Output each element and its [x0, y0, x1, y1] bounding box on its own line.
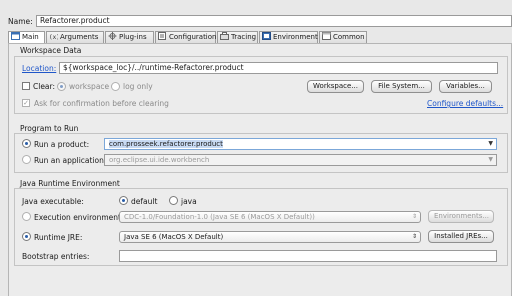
tab-common-label: Common — [333, 33, 365, 41]
installed-jres-button[interactable]: Installed JREs... — [428, 230, 494, 243]
tab-arguments-label: Arguments — [60, 33, 99, 41]
executable-default-label: default — [131, 197, 158, 206]
lower-panel — [9, 267, 511, 296]
plugins-tab-icon — [108, 32, 117, 40]
product-combo[interactable]: com.prosseek.refactorer.product ▼ — [104, 138, 497, 150]
clear-log-label: log only — [123, 82, 153, 91]
runtime-jre-radio[interactable] — [22, 232, 31, 241]
tab-environment[interactable]: Environment — [259, 31, 318, 43]
workspace-button[interactable]: Workspace... — [307, 80, 364, 93]
variables-button[interactable]: Variables... — [439, 80, 492, 93]
run-application-label: Run an application: — [34, 156, 107, 165]
tab-configuration[interactable]: Configuration — [155, 31, 216, 43]
runtime-jre-combo[interactable]: Java SE 6 (MacOS X Default) ⇕ — [119, 231, 421, 243]
up-down-arrows-icon: ⇕ — [411, 213, 417, 220]
runtime-jre-value: Java SE 6 (MacOS X Default) — [124, 233, 224, 241]
execution-environment-label: Execution environment: — [34, 213, 124, 222]
up-down-arrows-icon: ⇕ — [411, 233, 417, 240]
bootstrap-entries-field[interactable] — [119, 250, 497, 262]
ask-confirm-label: Ask for confirmation before clearing — [34, 99, 169, 108]
run-product-radio[interactable] — [22, 139, 31, 148]
run-application-radio[interactable] — [22, 155, 31, 164]
file-system-button[interactable]: File System... — [371, 80, 432, 93]
workspace-group-title: Workspace Data — [20, 46, 82, 55]
chevron-down-icon: ▼ — [488, 156, 493, 163]
bootstrap-entries-label: Bootstrap entries: — [22, 252, 90, 261]
executable-default-radio[interactable] — [119, 196, 128, 205]
configure-defaults-link[interactable]: Configure defaults... — [427, 99, 503, 108]
main-tab-icon — [11, 32, 20, 40]
arguments-tab-icon: (x) — [49, 32, 60, 41]
execution-environment-combo[interactable]: CDC-1.0/Foundation-1.0 (Java SE 6 (MacOS… — [119, 211, 421, 223]
executable-java-radio[interactable] — [169, 196, 178, 205]
tab-arguments[interactable]: (x)Arguments — [46, 31, 104, 43]
common-tab-icon — [322, 32, 331, 40]
environment-tab-icon — [262, 32, 271, 40]
tab-main-label: Main — [22, 33, 39, 41]
tab-tracing-label: Tracing — [231, 33, 257, 41]
tab-tracing[interactable]: Tracing — [217, 31, 258, 43]
tab-common[interactable]: Common — [319, 31, 367, 43]
tab-plugins[interactable]: Plug-ins — [105, 31, 154, 43]
clear-workspace-label: workspace — [69, 82, 110, 91]
environments-button[interactable]: Environments... — [428, 210, 494, 223]
application-value: org.eclipse.ui.ide.workbench — [109, 156, 210, 164]
runtime-jre-label: Runtime JRE: — [34, 233, 83, 242]
ask-confirm-checkbox[interactable]: ✓ — [22, 99, 30, 107]
tracing-tab-icon — [220, 32, 229, 40]
svg-text:(x): (x) — [49, 34, 58, 40]
application-combo[interactable]: org.eclipse.ui.ide.workbench ▼ — [104, 154, 497, 166]
clear-log-radio[interactable] — [111, 82, 120, 91]
configuration-tab-icon — [158, 32, 167, 40]
chevron-down-icon: ▼ — [488, 140, 493, 147]
tab-plugins-label: Plug-ins — [119, 33, 147, 41]
tab-configuration-label: Configuration — [169, 33, 217, 41]
execution-environment-radio[interactable] — [22, 212, 31, 221]
clear-label: Clear: — [33, 82, 56, 91]
execution-environment-value: CDC-1.0/Foundation-1.0 (Java SE 6 (MacOS… — [124, 213, 315, 221]
clear-checkbox[interactable] — [22, 82, 30, 90]
jre-group-title: Java Runtime Environment — [20, 179, 120, 188]
location-link[interactable]: Location: — [22, 64, 56, 73]
name-label: Name: — [8, 17, 33, 26]
product-value: com.prosseek.refactorer.product — [109, 140, 223, 148]
java-executable-label: Java executable: — [22, 197, 84, 206]
clear-workspace-radio[interactable] — [57, 82, 66, 91]
location-field[interactable]: ${workspace_loc}/../runtime-Refactorer.p… — [59, 62, 498, 74]
tab-environment-label: Environment — [273, 33, 318, 41]
program-group-title: Program to Run — [20, 124, 79, 133]
executable-java-label: java — [181, 197, 197, 206]
name-field[interactable]: Refactorer.product — [36, 15, 512, 27]
run-product-label: Run a product: — [34, 140, 90, 149]
